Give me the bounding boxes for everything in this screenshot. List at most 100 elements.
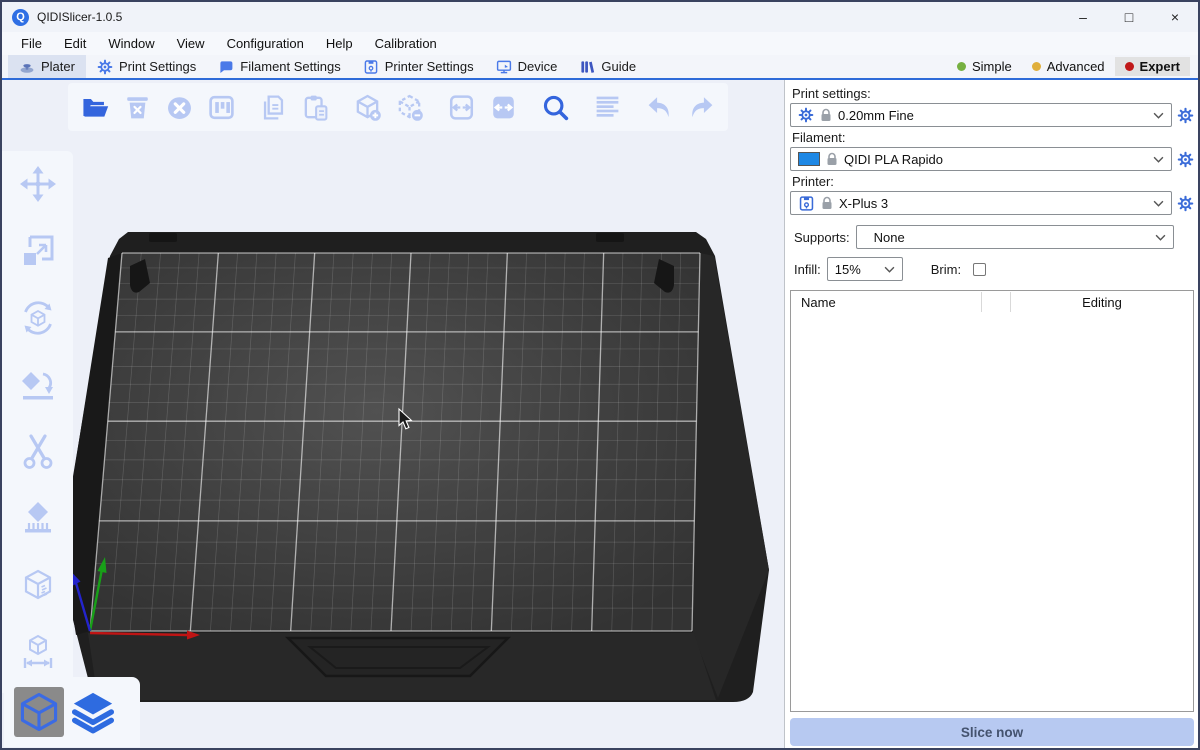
object-list-header: Name Editing: [791, 291, 1193, 313]
mode-advanced[interactable]: Advanced: [1022, 57, 1115, 76]
search-icon: [541, 93, 570, 122]
tab-printer-settings[interactable]: Printer Settings: [352, 55, 485, 78]
add-instance-button[interactable]: [350, 87, 384, 127]
mode-expert[interactable]: Expert: [1115, 57, 1190, 76]
3d-view-cube-icon: [16, 689, 62, 735]
tab-plater[interactable]: Plater: [8, 55, 86, 78]
paint-supports-icon: [18, 499, 58, 539]
scale-button[interactable]: [17, 230, 59, 272]
open-button[interactable]: [78, 87, 112, 127]
cut-scissors-icon: [18, 432, 58, 472]
chevron-down-icon: [884, 266, 895, 273]
measure-icon: [18, 633, 58, 673]
column-extruder: [981, 292, 1011, 312]
copy-button[interactable]: [256, 87, 290, 127]
rotate-icon: [18, 298, 58, 338]
brim-label: Brim:: [931, 262, 961, 277]
arrange-icon: [207, 93, 236, 122]
seam-icon: [18, 566, 58, 606]
redo-button[interactable]: [684, 87, 718, 127]
split-to-parts-button[interactable]: [486, 87, 520, 127]
tab-guide[interactable]: Guide: [568, 55, 647, 78]
minimize-button[interactable]: –: [1060, 2, 1106, 32]
slice-now-button[interactable]: Slice now: [790, 718, 1194, 746]
scale-icon: [18, 231, 58, 271]
filament-color-swatch: [798, 152, 820, 166]
filament-gear-button[interactable]: [1176, 150, 1194, 168]
maximize-button[interactable]: □: [1106, 2, 1152, 32]
gear-icon: [1177, 151, 1194, 168]
expert-dot-icon: [1125, 62, 1134, 71]
print-settings-label: Print settings:: [792, 86, 1194, 101]
app-icon: Q: [12, 9, 29, 26]
menu-view[interactable]: View: [166, 34, 216, 53]
app-window: Q QIDISlicer-1.0.5 – □ × File Edit Windo…: [0, 0, 1200, 750]
paint-supports-button[interactable]: [17, 498, 59, 540]
menu-file[interactable]: File: [10, 34, 53, 53]
remove-instance-icon: [395, 93, 424, 122]
gear-icon: [1177, 195, 1194, 212]
arrange-button[interactable]: [204, 87, 238, 127]
menu-help[interactable]: Help: [315, 34, 364, 53]
column-name: Name: [791, 295, 981, 310]
close-button[interactable]: ×: [1152, 2, 1198, 32]
printer-gear-button[interactable]: [1176, 194, 1194, 212]
rotate-button[interactable]: [17, 297, 59, 339]
cut-button[interactable]: [17, 431, 59, 473]
place-on-face-button[interactable]: [17, 364, 59, 406]
paste-button[interactable]: [298, 87, 332, 127]
printer-icon: [363, 59, 379, 75]
printer-value: X-Plus 3: [839, 196, 1147, 211]
lock-icon: [826, 152, 838, 166]
printer-combo[interactable]: X-Plus 3: [790, 191, 1172, 215]
print-settings-gear-button[interactable]: [1176, 106, 1194, 124]
layer-height-icon: [593, 93, 622, 122]
move-icon: [18, 164, 58, 204]
menu-configuration[interactable]: Configuration: [216, 34, 315, 53]
tab-device[interactable]: Device: [485, 55, 569, 78]
bed-surface: [90, 253, 700, 631]
trash-icon: [123, 93, 152, 122]
object-list[interactable]: Name Editing: [790, 290, 1194, 712]
delete-button[interactable]: [120, 87, 154, 127]
mode-simple[interactable]: Simple: [947, 57, 1022, 76]
printer-icon: [798, 195, 815, 212]
title-bar: Q QIDISlicer-1.0.5 – □ ×: [2, 2, 1198, 32]
lock-icon: [820, 108, 832, 122]
tab-filament-settings[interactable]: Filament Settings: [207, 55, 351, 78]
redo-icon: [687, 93, 716, 122]
printer-label: Printer:: [792, 174, 1194, 189]
split-parts-icon: [489, 93, 518, 122]
menu-edit[interactable]: Edit: [53, 34, 97, 53]
tab-print-settings[interactable]: Print Settings: [86, 55, 207, 78]
supports-combo[interactable]: None: [856, 225, 1174, 249]
brim-checkbox[interactable]: [973, 263, 986, 276]
remove-instance-button[interactable]: [392, 87, 426, 127]
3d-editor-view-button[interactable]: [14, 687, 64, 737]
infill-combo[interactable]: 15%: [827, 257, 903, 281]
print-settings-value: 0.20mm Fine: [838, 108, 1147, 123]
seam-button[interactable]: [17, 565, 59, 607]
move-button[interactable]: [17, 163, 59, 205]
delete-all-button[interactable]: [162, 87, 196, 127]
preview-view-button[interactable]: [68, 687, 118, 737]
print-settings-combo[interactable]: 0.20mm Fine: [790, 103, 1172, 127]
search-button[interactable]: [538, 87, 572, 127]
window-title: QIDISlicer-1.0.5: [37, 10, 122, 24]
3d-viewport[interactable]: [2, 80, 784, 748]
chevron-down-icon: [1153, 200, 1164, 207]
variable-layer-height-button[interactable]: [590, 87, 624, 127]
undo-button[interactable]: [642, 87, 676, 127]
menu-window[interactable]: Window: [97, 34, 165, 53]
paste-icon: [301, 93, 330, 122]
chevron-down-icon: [1153, 112, 1164, 119]
filament-combo[interactable]: QIDI PLA Rapido: [790, 147, 1172, 171]
plater-icon: [19, 59, 35, 75]
preview-layers-icon: [68, 686, 118, 738]
split-to-objects-button[interactable]: [444, 87, 478, 127]
copy-icon: [259, 93, 288, 122]
menu-calibration[interactable]: Calibration: [364, 34, 448, 53]
infill-value: 15%: [835, 262, 878, 277]
gear-icon: [1177, 107, 1194, 124]
measure-button[interactable]: [17, 632, 59, 674]
